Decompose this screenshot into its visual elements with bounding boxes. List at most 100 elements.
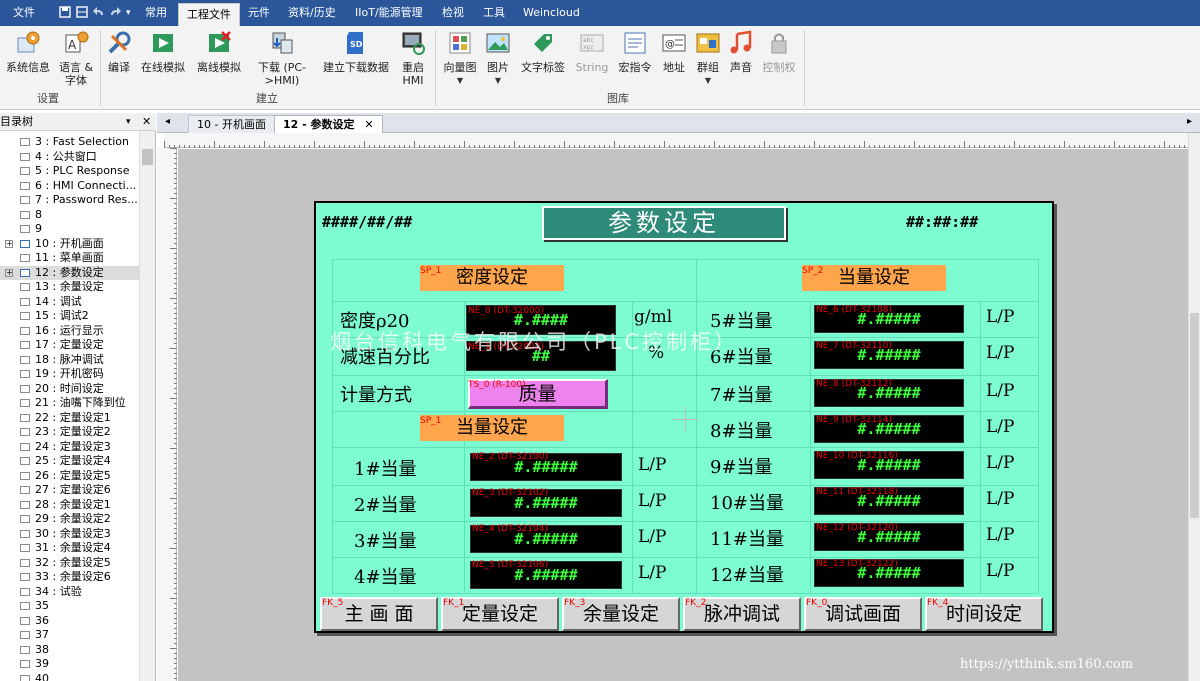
tree-item[interactable]: 14 : 调试	[0, 295, 140, 310]
tree-item[interactable]: 30 : 余量设定3	[0, 527, 140, 542]
tree-item[interactable]: 7 : Password Res...	[0, 193, 140, 208]
macro-button[interactable]: 宏指令	[617, 30, 653, 74]
ruler-tick	[179, 145, 180, 148]
expand-icon[interactable]: +	[5, 239, 13, 248]
tree-item[interactable]: 6 : HMI Connecti...	[0, 179, 140, 194]
tree-item[interactable]: 13 : 余量设定	[0, 280, 140, 295]
tree-item-label: 30 : 余量设定3	[35, 526, 111, 540]
menu-elements[interactable]: 元件	[248, 0, 270, 26]
tree-item[interactable]: 39	[0, 657, 140, 672]
tree-item[interactable]: 4 : 公共窗口	[0, 150, 140, 165]
ruler-tick	[744, 145, 745, 148]
tree-item[interactable]: 15 : 调试2	[0, 309, 140, 324]
sound-button[interactable]: 声音	[727, 30, 755, 74]
offline-sim-button[interactable]: 离线模拟	[195, 30, 243, 74]
tree-item[interactable]: 31 : 余量设定4	[0, 541, 140, 556]
tab-scroll-left-icon[interactable]: ◂	[165, 116, 170, 127]
tree-item[interactable]: 24 : 定量设定3	[0, 440, 140, 455]
ruler-tick	[784, 145, 785, 148]
menu-common[interactable]: 常用	[145, 0, 167, 26]
tab-scroll-right-icon[interactable]: ▸	[1187, 116, 1192, 127]
tree-item[interactable]: 5 : PLC Response	[0, 164, 140, 179]
svg-text:SD: SD	[350, 40, 363, 49]
tree-item[interactable]: 38	[0, 643, 140, 658]
tree-item[interactable]: 21 : 油嘴下降到位	[0, 396, 140, 411]
download-button[interactable]: 下载 (PC- >HMI)	[255, 30, 309, 87]
save-all-icon[interactable]	[76, 6, 88, 18]
tree-item[interactable]: 27 : 定量设定6	[0, 483, 140, 498]
tree-scroll-thumb[interactable]	[142, 149, 153, 165]
tree-item[interactable]: 34 : 试验	[0, 585, 140, 600]
ruler-tick	[174, 378, 177, 379]
build-download-button[interactable]: SD 建立下载数据	[320, 30, 392, 74]
quick-access-dropdown-icon[interactable]: ▾	[126, 0, 131, 26]
save-icon[interactable]	[59, 6, 71, 18]
tree-item[interactable]: +10 : 开机画面	[0, 237, 140, 252]
control-button[interactable]: 控制权	[760, 30, 798, 74]
online-sim-button[interactable]: 在线模拟	[139, 30, 187, 74]
menu-view[interactable]: 检视	[442, 0, 464, 26]
tree-item[interactable]: 40	[0, 672, 140, 681]
compile-button[interactable]: 编译	[104, 30, 134, 74]
tree-item[interactable]: 36	[0, 614, 140, 629]
group-button[interactable]: 群组 ▼	[693, 30, 723, 87]
tree-item[interactable]: 3 : Fast Selection	[0, 135, 140, 150]
tree-item[interactable]: 37	[0, 628, 140, 643]
menu-bar: 文件 ▾ 常用 工程文件 元件 资料/历史 IIoT/能源管理 检视 工具 We…	[0, 0, 1200, 27]
tree-item[interactable]: 23 : 定量设定2	[0, 425, 140, 440]
tree-item[interactable]: 26 : 定量设定5	[0, 469, 140, 484]
redo-icon[interactable]	[109, 6, 121, 18]
tree-item[interactable]: 16 : 运行显示	[0, 324, 140, 339]
menu-weincloud[interactable]: Weincloud	[523, 0, 580, 26]
tree-item[interactable]: 20 : 时间设定	[0, 382, 140, 397]
close-icon[interactable]: ✕	[142, 113, 151, 131]
canvas-scrollbar[interactable]	[1188, 133, 1200, 681]
tree-item[interactable]: +12 : 参数设定	[0, 265, 140, 280]
tree-item[interactable]: 35	[0, 599, 140, 614]
restart-hmi-button[interactable]: 重启 HMI	[396, 30, 430, 87]
menu-file[interactable]: 文件	[13, 0, 35, 26]
tree-item[interactable]: 29 : 余量设定2	[0, 512, 140, 527]
tree-item[interactable]: 33 : 余量设定6	[0, 570, 140, 585]
pin-icon[interactable]: ▾	[126, 113, 131, 131]
picture-button[interactable]: 图片 ▼	[483, 30, 513, 87]
language-font-button[interactable]: A 语言 & 字体	[55, 30, 97, 87]
tree-item[interactable]: 18 : 脉冲调试	[0, 353, 140, 368]
tree-item[interactable]: 9	[0, 222, 140, 237]
tree-scrollbar[interactable]	[139, 131, 155, 681]
window-icon	[20, 138, 30, 146]
text-tag-button[interactable]: 文字标签	[518, 30, 568, 74]
ruler-tick	[669, 145, 670, 148]
canvas-scroll-thumb[interactable]	[1190, 313, 1199, 518]
ruler-tick	[494, 145, 495, 148]
tree-item[interactable]: 8	[0, 208, 140, 223]
ruler-tick	[649, 145, 650, 148]
ruler-tick	[174, 403, 177, 404]
menu-data-history[interactable]: 资料/历史	[288, 0, 336, 26]
address-button[interactable]: @ 地址	[659, 30, 689, 74]
tree-item[interactable]: 25 : 定量设定4	[0, 454, 140, 469]
ruler-tick	[1089, 145, 1090, 148]
ruler-tick	[174, 373, 177, 374]
expand-icon[interactable]: +	[5, 268, 13, 277]
menu-project[interactable]: 工程文件	[178, 3, 240, 27]
menu-iiot[interactable]: IIoT/能源管理	[355, 0, 423, 26]
ruler-tick	[859, 145, 860, 148]
menu-tools[interactable]: 工具	[483, 0, 505, 26]
string-button[interactable]: abc xyz String	[574, 30, 610, 74]
system-info-button[interactable]: 系统信息	[5, 30, 51, 74]
tab-parameter-settings[interactable]: 12 - 参数设定 ✕	[274, 115, 383, 133]
ruler-tick	[504, 145, 505, 148]
tree-item[interactable]: 22 : 定量设定1	[0, 411, 140, 426]
undo-icon[interactable]	[93, 6, 105, 18]
tree-item[interactable]: 17 : 定量设定	[0, 338, 140, 353]
tree-item[interactable]: 19 : 开机密码	[0, 367, 140, 382]
vector-button[interactable]: 向量图 ▼	[441, 30, 479, 87]
ruler-tick	[174, 223, 177, 224]
tree-item[interactable]: 32 : 余量设定5	[0, 556, 140, 571]
ruler-tick	[174, 353, 177, 354]
close-tab-icon[interactable]: ✕	[364, 118, 373, 131]
tree-item[interactable]: 28 : 余量设定1	[0, 498, 140, 513]
tab-startup-screen[interactable]: 10 - 开机画面	[188, 115, 275, 133]
tree-item[interactable]: 11 : 菜单画面	[0, 251, 140, 266]
